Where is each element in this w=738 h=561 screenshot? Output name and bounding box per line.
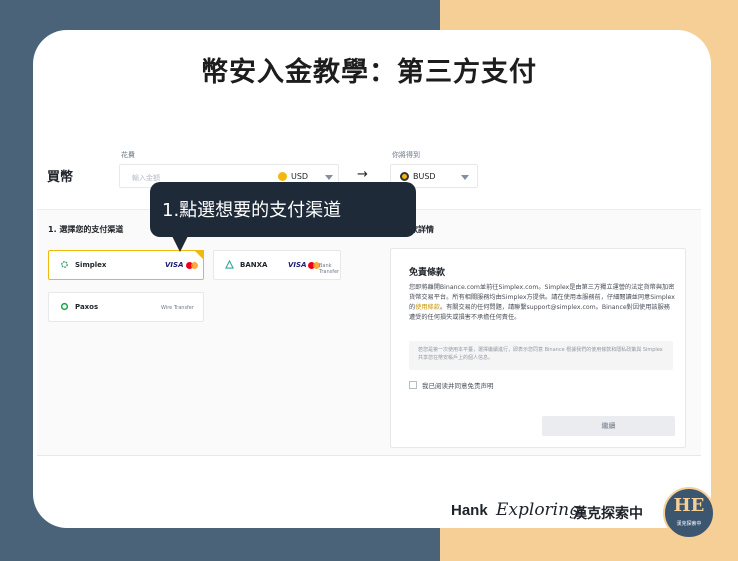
logo-subtext: 漢克探索中 bbox=[676, 521, 702, 527]
simplex-logo-icon bbox=[61, 261, 68, 268]
get-label: 你將得到 bbox=[392, 151, 420, 159]
mastercard-icon bbox=[186, 262, 198, 269]
brand-hank: Hank bbox=[451, 502, 488, 519]
banxa-logo-icon bbox=[225, 260, 234, 269]
bank-transfer-label: Bank Transfer bbox=[319, 263, 340, 275]
paxos-logo-icon bbox=[60, 302, 69, 311]
disclaimer-text-end: 。有關交易的任何問題，請聯繫support@simplex.com。Binanc… bbox=[409, 304, 670, 321]
spend-label: 花費 bbox=[121, 151, 135, 159]
terms-link[interactable]: 使用條款 bbox=[415, 304, 440, 311]
buy-title: 買幣 bbox=[47, 170, 74, 185]
arrow-right-icon: → bbox=[357, 167, 368, 182]
payment-method-name: Simplex bbox=[75, 261, 107, 269]
payment-method-paxos[interactable]: Paxos Wire Transfer bbox=[48, 292, 204, 322]
instruction-tooltip: 1.點選想要的支付渠道 bbox=[150, 182, 416, 237]
payment-methods-title: 1. 選擇您的支付渠道 bbox=[48, 225, 124, 234]
instruction-text: 1.點選想要的支付渠道 bbox=[162, 200, 342, 221]
agree-checkbox-label[interactable]: 我已阅读并同意免责声明 bbox=[422, 380, 494, 390]
busd-coin-icon bbox=[400, 172, 409, 181]
selected-corner-icon bbox=[194, 250, 204, 260]
payment-method-name: BANXA bbox=[240, 261, 268, 269]
privacy-note: 若您是第一次使用本平臺，選擇繼續進行，即表示您同意 Binance 根據我們的使… bbox=[409, 341, 673, 370]
payment-method-banxa[interactable]: BANXA VISA Bank Transfer bbox=[213, 250, 341, 280]
get-currency: BUSD bbox=[413, 172, 436, 181]
tooltip-pointer bbox=[172, 236, 188, 252]
logo-mark: HE bbox=[673, 495, 705, 516]
visa-icon: VISA bbox=[288, 261, 307, 269]
chevron-down-icon[interactable] bbox=[461, 175, 469, 180]
page-title: 幣安入金教學：第三方支付 bbox=[201, 57, 537, 88]
brand-exploring: Exploring bbox=[496, 500, 580, 520]
payment-method-simplex[interactable]: Simplex VISA bbox=[48, 250, 204, 280]
visa-icon: VISA bbox=[165, 261, 184, 269]
brand-logo: HE 漢克探索中 bbox=[663, 487, 715, 539]
disclaimer-panel: 免責條款 您即將離開Binance.com並前往Simplex.com。Simp… bbox=[390, 248, 686, 448]
brand-chinese: 漢克探索中 bbox=[573, 506, 643, 522]
continue-button[interactable]: 繼續 bbox=[542, 416, 675, 436]
payment-method-name: Paxos bbox=[75, 303, 99, 311]
agree-checkbox[interactable] bbox=[409, 381, 417, 389]
disclaimer-body: 您即將離開Binance.com並前往Simplex.com。Simplex是由… bbox=[409, 283, 675, 323]
disclaimer-title: 免責條款 bbox=[409, 268, 446, 278]
usd-coin-icon bbox=[278, 172, 287, 181]
spend-placeholder: 輸入金額 bbox=[132, 174, 160, 182]
wire-transfer-label: Wire Transfer bbox=[161, 305, 194, 311]
spend-currency: USD bbox=[291, 172, 309, 181]
chevron-down-icon[interactable] bbox=[325, 175, 333, 180]
